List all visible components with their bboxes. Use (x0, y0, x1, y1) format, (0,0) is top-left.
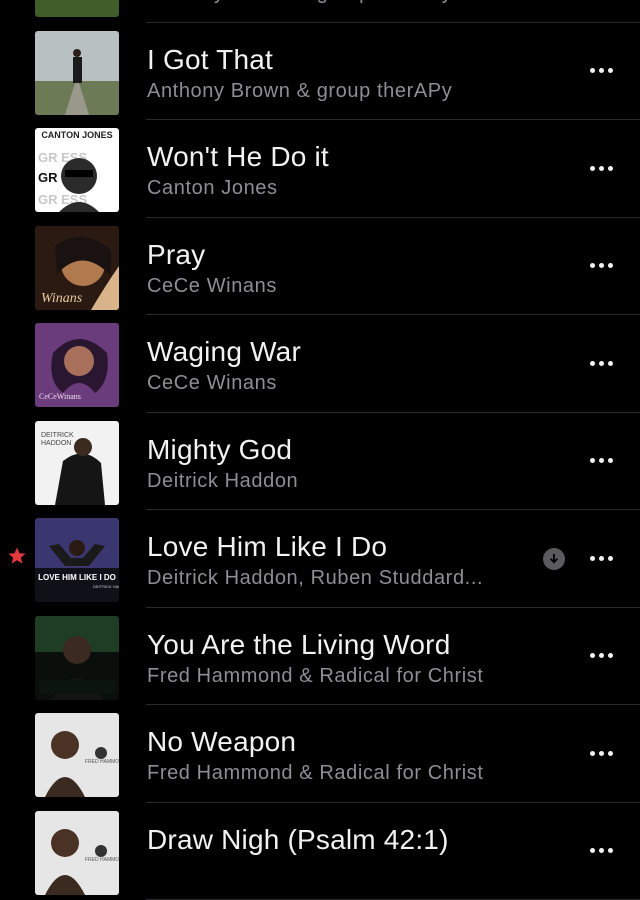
svg-text:CeCeWinans: CeCeWinans (39, 392, 81, 401)
more-options-button[interactable] (583, 644, 619, 668)
dot-icon (608, 361, 613, 366)
dot-icon (590, 556, 595, 561)
dot-icon (590, 263, 595, 268)
dot-icon (599, 751, 604, 756)
fred-hammond-album-art: FRED HAMMOND (35, 713, 119, 797)
more-options-button[interactable] (583, 351, 619, 375)
more-options-button[interactable] (583, 449, 619, 473)
song-title: Love Him Like I Do (147, 531, 387, 563)
dot-icon (608, 556, 613, 561)
album-artwork[interactable]: CeCeWinans (35, 323, 119, 407)
song-title: Mighty God (147, 434, 292, 466)
more-options-button[interactable] (583, 839, 619, 863)
dot-icon (599, 848, 604, 853)
canton-jones-album-art: CANTON JONES GR ESS GR ESS GR ESS (35, 128, 119, 212)
svg-text:LOVE HIM LIKE I DO: LOVE HIM LIKE I DO (38, 573, 116, 582)
song-title: Pray (147, 239, 205, 271)
song-row[interactable]: CeCeWinans Waging War CeCe Winans (0, 315, 640, 413)
song-row[interactable]: Winans Pray CeCe Winans (0, 218, 640, 316)
song-title: I Got That (147, 44, 273, 76)
love-him-like-i-do-album-art: LOVE HIM LIKE I DO DEITRICK HADDON (35, 518, 119, 602)
dot-icon (590, 166, 595, 171)
more-options-button[interactable] (583, 156, 619, 180)
dot-icon (599, 458, 604, 463)
svg-text:DEITRICK HADDON: DEITRICK HADDON (93, 584, 119, 589)
dot-icon (599, 361, 604, 366)
song-title: Waging War (147, 336, 301, 368)
song-row[interactable]: LOVE HIM LIKE I DO DEITRICK HADDON Love H… (0, 510, 640, 608)
dot-icon (599, 556, 604, 561)
dot-icon (608, 458, 613, 463)
more-options-button[interactable] (583, 546, 619, 570)
dot-icon (590, 361, 595, 366)
cece-portrait-album-art: Winans (35, 226, 119, 310)
dot-icon (599, 68, 604, 73)
album-artwork[interactable] (35, 31, 119, 115)
album-artwork[interactable]: FRED HAMMOND (35, 811, 119, 895)
song-title: You Are the Living Word (147, 629, 450, 661)
dot-icon (590, 751, 595, 756)
dot-icon (608, 751, 613, 756)
dot-icon (590, 458, 595, 463)
dot-icon (608, 263, 613, 268)
dot-icon (590, 68, 595, 73)
dot-icon (599, 166, 604, 171)
album-artwork[interactable]: FRED HAMMOND (35, 713, 119, 797)
fred-hammond-album-art-2: FRED HAMMOND (35, 811, 119, 895)
song-row[interactable]: FRED HAMMOND No Weapon Fred Hammond & Radi… (0, 705, 640, 803)
song-artist: Fred Hammond & Radical for Christ (147, 665, 484, 688)
more-options-button[interactable] (583, 741, 619, 765)
song-row[interactable]: I Got That Anthony Brown & group therAPy (0, 23, 640, 121)
green-portrait-album-art (35, 616, 119, 700)
dot-icon (608, 653, 613, 658)
song-artist: Deitrick Haddon (147, 470, 298, 493)
svg-text:FRED HAMMOND: FRED HAMMOND (85, 759, 119, 765)
dot-icon (590, 848, 595, 853)
more-options-button[interactable] (583, 254, 619, 278)
album-artwork[interactable]: LOVE HIM LIKE I DO DEITRICK HADDON (35, 518, 119, 602)
album-artwork[interactable] (35, 616, 119, 700)
svg-text:HADDON: HADDON (41, 440, 71, 447)
song-artist: Anthony Brown & group therAPy (147, 80, 452, 103)
svg-text:CANTON JONES: CANTON JONES (41, 130, 112, 140)
song-row[interactable]: DEITRICK HADDON Mighty God Deitrick Haddo… (0, 413, 640, 511)
album-artwork[interactable]: DEITRICK HADDON (35, 421, 119, 505)
album-artwork[interactable] (35, 0, 119, 17)
man-on-road-album-art (35, 31, 119, 115)
download-icon[interactable] (543, 548, 565, 570)
song-title: Won't He Do it (147, 141, 329, 173)
deitrick-haddon-album-art: DEITRICK HADDON (35, 421, 119, 505)
song-artist: CeCe Winans (147, 372, 277, 395)
song-artist: CeCe Winans (147, 275, 277, 298)
song-row[interactable]: Anthony Brown & group therAPy (0, 0, 640, 23)
song-title: Draw Nigh (Psalm 42:1) (147, 824, 449, 856)
svg-text:Winans: Winans (41, 291, 83, 306)
song-list: Anthony Brown & group therAPy I Got That… (0, 0, 640, 900)
more-options-button[interactable] (583, 59, 619, 83)
svg-text:FRED HAMMOND: FRED HAMMOND (85, 857, 119, 863)
favorite-star-icon (7, 546, 27, 566)
dot-icon (608, 166, 613, 171)
song-artist: Fred Hammond & Radical for Christ (147, 762, 484, 785)
landscape-album-art (35, 0, 119, 17)
song-artist: Canton Jones (147, 177, 278, 200)
album-artwork[interactable]: CANTON JONES GR ESS GR ESS GR ESS (35, 128, 119, 212)
svg-text:DEITRICK: DEITRICK (41, 432, 74, 439)
album-artwork[interactable]: Winans (35, 226, 119, 310)
song-title: No Weapon (147, 726, 296, 758)
dot-icon (608, 848, 613, 853)
dot-icon (599, 653, 604, 658)
song-row[interactable]: CANTON JONES GR ESS GR ESS GR ESS Won't … (0, 120, 640, 218)
song-row[interactable]: You Are the Living Word Fred Hammond & Ra… (0, 608, 640, 706)
dot-icon (599, 263, 604, 268)
song-artist: Deitrick Haddon, Ruben Studdard... (147, 567, 483, 590)
purple-portrait-album-art: CeCeWinans (35, 323, 119, 407)
dot-icon (590, 653, 595, 658)
dot-icon (608, 68, 613, 73)
song-row[interactable]: FRED HAMMOND Draw Nigh (Psalm 42:1) (0, 803, 640, 900)
song-artist: Anthony Brown & group therAPy (147, 0, 452, 5)
